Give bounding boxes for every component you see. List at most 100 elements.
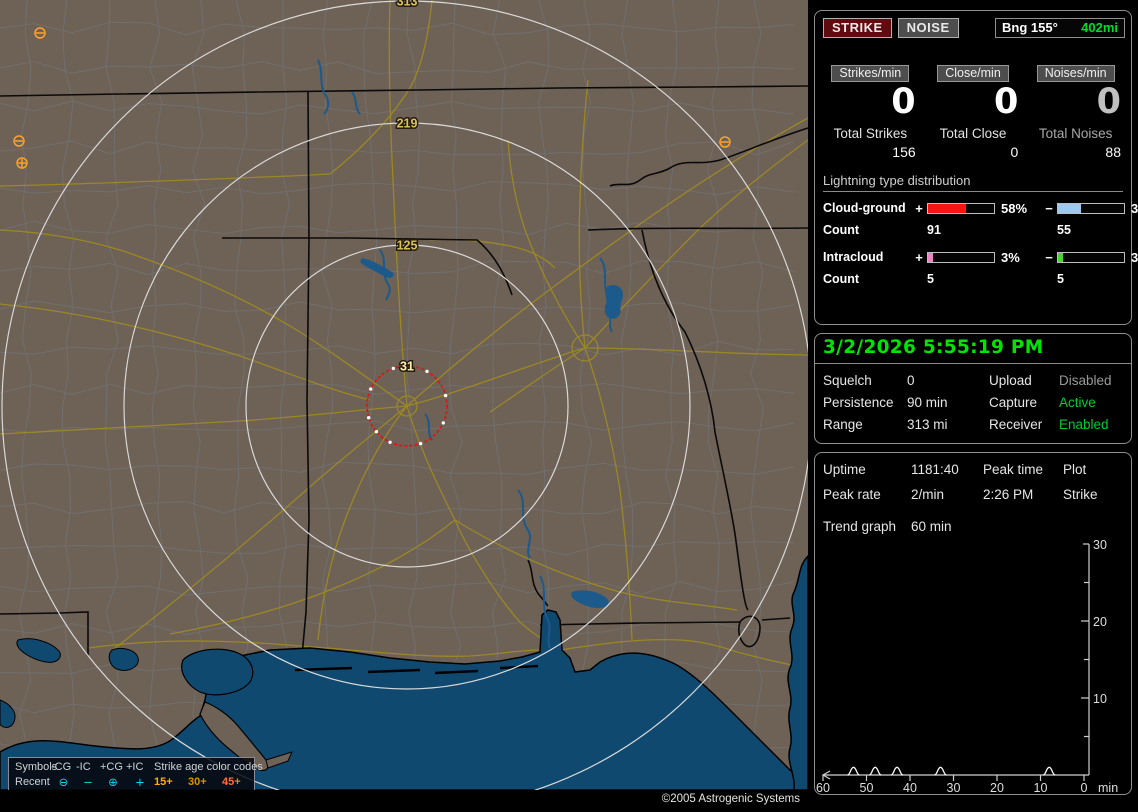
age-15: 15+ [154,776,173,788]
total-strikes-value: 156 [892,143,916,160]
ic-negative-bar [1057,251,1125,263]
svg-text:30: 30 [1093,538,1107,552]
trend-graph: 30 20 10 60 50 40 30 20 10 0 min [816,538,1118,793]
bearing-label: Bng 155° [1002,20,1058,35]
close-per-min-column: Close/min 0 Total Close 0 [928,65,1019,160]
settings-grid: Squelch 0 Upload Disabled Persistence 90… [815,364,1131,432]
cg-positive-bar [927,202,995,214]
minus-sign: − [1045,249,1053,265]
svg-text:min: min [1098,781,1118,793]
lightning-type-distribution: Lightning type distribution Cloud-ground… [823,173,1138,286]
age-30: 30+ [188,776,207,788]
neg-cg-recent-icon: ⊖ [58,775,69,789]
intracloud-row: Intracloud + 3% − 3% [823,249,1138,265]
legend-header-pos-ic: +IC [126,761,144,773]
plus-sign: + [915,200,923,216]
nexstorm-window: 313 219 125 31 Symbols -CG -IC +CG +IC Stri… [0,0,1138,812]
intracloud-label: Intracloud [823,250,884,265]
noises-per-min-column: Noises/min 0 Total Noises 88 [1030,65,1121,160]
svg-text:40: 40 [903,781,917,793]
ring-label-219: 219 [397,117,418,131]
map-canvas[interactable]: 313 219 125 31 [0,0,808,790]
control-panel: STRIKE NOISE Bng 155° 402mi Strikes/min … [810,0,1138,812]
ic-positive-pct: 3% [1001,249,1020,265]
ring-label-313: 313 [397,0,418,9]
receiver-label: Receiver [989,417,1043,432]
clock-panel: 3/2/2026 5:55:19 PM Squelch 0 Upload Dis… [814,333,1132,444]
uptime-grid: Uptime 1181:40 Peak time Plot Peak rate … [815,453,1131,502]
total-noises-label: Total Noises [1038,125,1113,141]
noises-per-min-button[interactable]: Noises/min [1036,65,1115,82]
legend-header-neg-cg: -CG [51,761,72,773]
lightning-map[interactable]: 313 219 125 31 Symbols -CG -IC +CG +IC Stri… [0,0,808,812]
strikes-per-min-value: 0 [891,82,916,122]
copyright-text: ©2005 Astrogenic Systems [661,793,800,805]
cloud-ground-label: Cloud-ground [823,201,906,216]
ic-negative-pct: 3% [1131,249,1138,265]
total-close-label: Total Close [939,125,1007,141]
distribution-title: Lightning type distribution [823,173,1123,192]
plus-sign: + [915,249,923,265]
upload-label: Upload [989,373,1032,388]
svg-text:10: 10 [1093,692,1107,706]
total-strikes-label: Total Strikes [833,125,908,141]
ic-positive-bar [927,251,995,263]
ic-positive-count: 5 [927,271,934,286]
cg-pos-strike-icon [16,157,28,169]
strike-indicator-button[interactable]: STRIKE [823,18,892,38]
capture-label: Capture [989,395,1038,410]
svg-text:20: 20 [990,781,1004,793]
cg-positive-pct: 58% [1001,200,1028,216]
total-noises-value: 88 [1105,143,1121,160]
peak-rate-value: 2/min [911,487,945,502]
legend-header-pos-cg: +CG [100,761,123,773]
uptime-value: 1181:40 [911,462,959,477]
plot-label: Plot [1063,462,1087,477]
squelch-label: Squelch [823,373,872,388]
strikes-per-min-column: Strikes/min 0 Total Strikes 156 [825,65,916,160]
uptime-label: Uptime [823,462,866,477]
peak-time-value: 2:26 PM [983,487,1034,502]
cloud-ground-count-row: Count 91 55 [823,223,1123,237]
trend-panel: Uptime 1181:40 Peak time Plot Peak rate … [814,452,1132,795]
trend-tick-labels: 30 20 10 60 50 40 30 20 10 0 min [816,538,1118,793]
noises-per-min-value: 0 [1096,82,1121,122]
peak-rate-label: Peak rate [823,487,881,502]
intracloud-count-row: Count 5 5 [823,272,1123,286]
noise-indicator-button[interactable]: NOISE [897,18,959,38]
persistence-label: Persistence [823,395,894,410]
total-close-value: 0 [1010,143,1019,160]
trend-axes [821,543,1090,781]
cg-positive-count: 91 [927,222,941,237]
range-label: Range [823,417,863,432]
svg-text:60: 60 [816,781,830,793]
strikes-per-min-button[interactable]: Strikes/min [831,65,910,82]
close-per-min-value: 0 [993,82,1019,122]
ic-negative-count: 5 [1057,271,1064,286]
trend-peaks [847,766,1056,776]
close-per-min-button[interactable]: Close/min [937,65,1009,82]
svg-text:10: 10 [1034,781,1048,793]
rate-counters: Strikes/min 0 Total Strikes 156 Close/mi… [825,65,1121,160]
persistence-value: 90 min [907,395,948,410]
ring-label-31: 31 [400,360,414,374]
cg-negative-pct: 35% [1131,200,1138,216]
receiver-status: Enabled [1059,417,1109,432]
svg-text:0: 0 [1081,781,1088,793]
legend-age-header: Strike age color codes [154,761,263,773]
squelch-value: 0 [907,373,915,388]
peak-time-label: Peak time [983,462,1044,477]
neg-ic-recent-icon: − [83,775,93,789]
datetime-display: 3/2/2026 5:55:19 PM [815,334,1131,364]
map-status-bar: ©2005 Astrogenic Systems [0,790,808,812]
legend-header-neg-ic: -IC [76,761,91,773]
plot-value: Strike [1063,487,1098,502]
capture-status: Active [1059,395,1096,410]
count-label: Count [823,222,860,237]
stats-panel: STRIKE NOISE Bng 155° 402mi Strikes/min … [814,10,1138,325]
bearing-readout: Bng 155° 402mi [995,18,1125,38]
pos-ic-recent-icon: + [135,775,145,789]
age-45: 45+ [222,776,241,788]
count-label: Count [823,271,860,286]
cloud-ground-row: Cloud-ground + 58% − 35% [823,200,1138,216]
